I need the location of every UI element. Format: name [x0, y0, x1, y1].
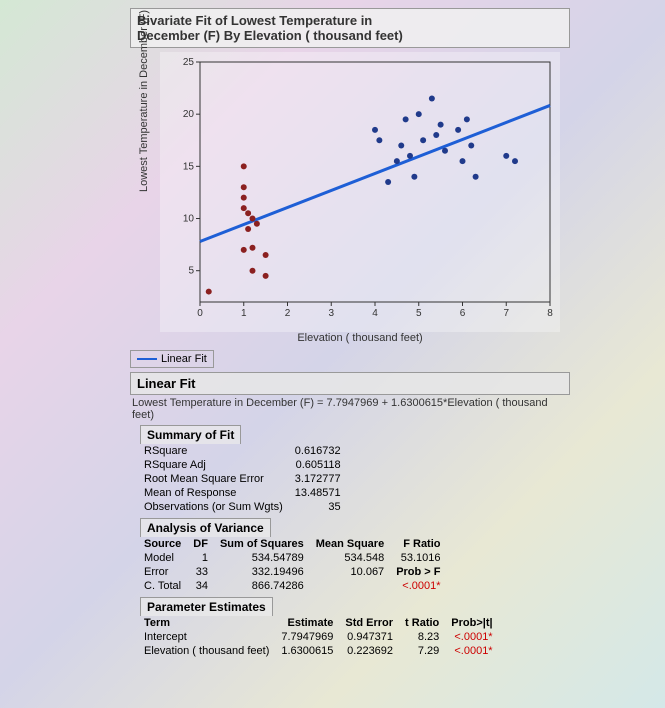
svg-text:10: 10	[183, 214, 195, 225]
col-term: Term	[140, 616, 277, 630]
summary-value: 13.48571	[291, 486, 349, 500]
linear-fit-header: Linear Fit	[130, 372, 570, 395]
anova-ss: 332.19496	[216, 565, 312, 579]
svg-text:8: 8	[547, 308, 553, 319]
col-se: Std Error	[341, 616, 401, 630]
svg-text:20: 20	[183, 109, 195, 120]
summary-value: 0.616732	[291, 444, 349, 458]
anova-df: 1	[189, 551, 216, 565]
summary-table: RSquare0.616732RSquare Adj0.605118Root M…	[140, 444, 349, 514]
summary-label: Root Mean Square Error	[140, 472, 291, 486]
anova-ss: 534.54789	[216, 551, 312, 565]
anova-source: Model	[140, 551, 189, 565]
col-est: Estimate	[277, 616, 341, 630]
param-term: Elevation ( thousand feet)	[140, 644, 277, 658]
param-est: 7.7947969	[277, 630, 341, 644]
anova-df: 33	[189, 565, 216, 579]
svg-text:2: 2	[285, 308, 291, 319]
y-axis-label: Lowest Temperature in December (F)	[138, 10, 150, 192]
summary-label: Mean of Response	[140, 486, 291, 500]
anova-table: SourceDFSum of SquaresMean SquareF Ratio…	[140, 537, 449, 593]
svg-text:5: 5	[416, 308, 422, 319]
svg-text:6: 6	[460, 308, 466, 319]
fit-equation: Lowest Temperature in December (F) = 7.7…	[130, 395, 570, 425]
scatter-chart: Lowest Temperature in December (F) 01234…	[160, 52, 560, 332]
param-term: Intercept	[140, 630, 277, 644]
svg-text:5: 5	[188, 266, 194, 277]
anova-df: 34	[189, 579, 216, 593]
anova-ms: 10.067	[312, 565, 392, 579]
svg-text:7: 7	[503, 308, 509, 319]
anova-source: C. Total	[140, 579, 189, 593]
output-panel: Bivariate Fit of Lowest Temperature in D…	[130, 8, 570, 658]
param-table: TermEstimateStd Errort RatioProb>|t| Inte…	[140, 616, 501, 658]
anova-ss: 866.74286	[216, 579, 312, 593]
summary-label: RSquare	[140, 444, 291, 458]
x-axis-label: Elevation ( thousand feet)	[160, 332, 560, 344]
chart-svg: 0 1 2 3 4 5 6 7 8 5 10 15 20 25	[160, 52, 560, 332]
legend-line-icon	[137, 358, 157, 360]
param-se: 0.947371	[341, 630, 401, 644]
col-p: Prob>|t|	[447, 616, 500, 630]
svg-text:0: 0	[197, 308, 203, 319]
summary-value: 3.172777	[291, 472, 349, 486]
chart-title: Bivariate Fit of Lowest Temperature in D…	[130, 8, 570, 48]
anova-f: <.0001*	[392, 579, 448, 593]
anova-f: Prob > F	[392, 565, 448, 579]
anova-ms: 534.548	[312, 551, 392, 565]
col-t: t Ratio	[401, 616, 447, 630]
param-p: <.0001*	[447, 630, 500, 644]
title-line1: Bivariate Fit of Lowest Temperature in	[137, 13, 563, 28]
col-f: F Ratio	[392, 537, 448, 551]
summary-value: 0.605118	[291, 458, 349, 472]
anova-ms	[312, 579, 392, 593]
anova-f: 53.1016	[392, 551, 448, 565]
anova-source: Error	[140, 565, 189, 579]
svg-text:25: 25	[183, 57, 195, 68]
title-line2: December (F) By Elevation ( thousand fee…	[137, 28, 563, 43]
summary-label: RSquare Adj	[140, 458, 291, 472]
param-t: 7.29	[401, 644, 447, 658]
summary-value: 35	[291, 500, 349, 514]
param-p: <.0001*	[447, 644, 500, 658]
col-ms: Mean Square	[312, 537, 392, 551]
svg-text:4: 4	[372, 308, 378, 319]
anova-header: Analysis of Variance	[140, 518, 271, 537]
col-df: DF	[189, 537, 216, 551]
col-ss: Sum of Squares	[216, 537, 312, 551]
svg-text:3: 3	[328, 308, 334, 319]
param-est: 1.6300615	[277, 644, 341, 658]
legend: Linear Fit	[130, 350, 214, 368]
legend-label: Linear Fit	[161, 353, 207, 365]
svg-text:1: 1	[241, 308, 247, 319]
param-header: Parameter Estimates	[140, 597, 273, 616]
col-source: Source	[140, 537, 189, 551]
svg-text:15: 15	[183, 161, 195, 172]
summary-header: Summary of Fit	[140, 425, 241, 444]
summary-label: Observations (or Sum Wgts)	[140, 500, 291, 514]
param-se: 0.223692	[341, 644, 401, 658]
param-t: 8.23	[401, 630, 447, 644]
